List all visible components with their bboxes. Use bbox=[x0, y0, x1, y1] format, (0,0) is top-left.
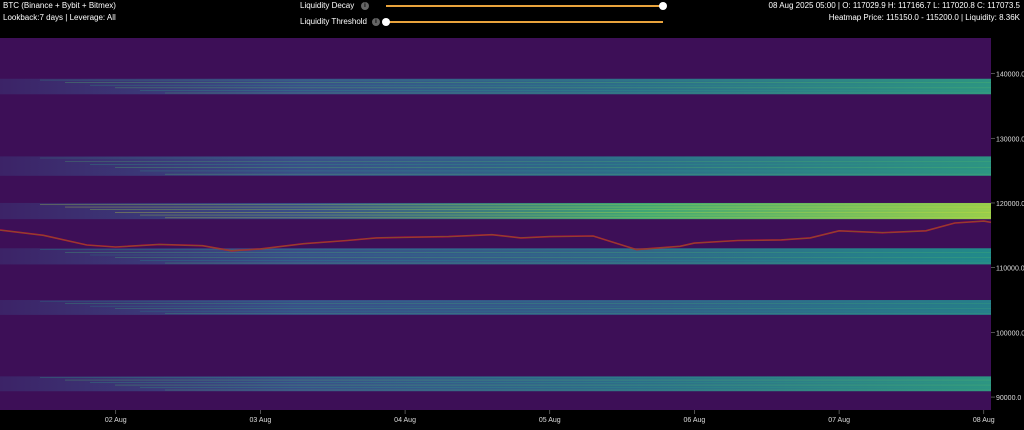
liquidity-band bbox=[0, 156, 991, 176]
y-tick-label: 130000.0 bbox=[996, 136, 1024, 143]
y-tick-label: 110000.0 bbox=[996, 266, 1024, 273]
x-tick-label: 04 Aug bbox=[394, 417, 416, 424]
liquidity-band bbox=[0, 376, 991, 392]
x-tick-label: 05 Aug bbox=[539, 417, 561, 424]
liquidation-heatmap[interactable]: 90000.0 100000.0 110000.0 120000.0 130000.0 1… bbox=[0, 0, 1024, 430]
y-tick-label: 90000.0 bbox=[996, 395, 1021, 402]
x-tick-label: 08 Aug bbox=[973, 417, 995, 424]
liquidity-band bbox=[0, 248, 991, 265]
x-tick-label: 03 Aug bbox=[250, 417, 272, 424]
y-tick-label: 140000.0 bbox=[996, 72, 1024, 79]
liquidity-band bbox=[0, 300, 991, 315]
liquidity-band bbox=[0, 202, 991, 220]
x-tick-label: 07 Aug bbox=[828, 417, 850, 424]
x-tick-label: 02 Aug bbox=[105, 417, 127, 424]
x-tick-label: 06 Aug bbox=[684, 417, 706, 424]
y-tick-label: 100000.0 bbox=[996, 330, 1024, 337]
y-tick-label: 120000.0 bbox=[996, 201, 1024, 208]
liquidity-band bbox=[0, 78, 991, 95]
